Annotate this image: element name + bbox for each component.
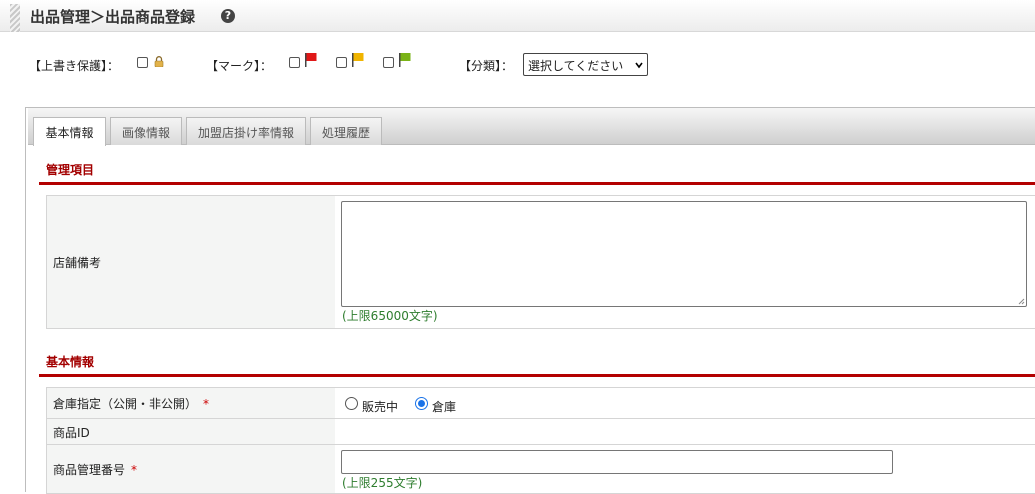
radio-on-sale-label: 販売中 <box>362 400 399 414</box>
product-code-label-text: 商品管理番号 <box>53 463 126 477</box>
mark-label: 【マーク】： <box>206 59 273 73</box>
store-note-limit-hint: (上限65000文字) <box>342 309 438 323</box>
resize-grip-icon[interactable] <box>1017 297 1025 305</box>
section-divider <box>39 182 1035 185</box>
store-note-textarea[interactable] <box>341 201 1027 307</box>
tab-basic-info[interactable]: 基本情報 <box>33 117 106 146</box>
overwrite-protection-label: 【上書き保護】： <box>29 59 120 73</box>
category-select[interactable]: 選択してください <box>523 53 648 76</box>
warehouse-label: 倉庫指定（公開・非公開） * <box>53 395 209 412</box>
title-bar: 出品管理＞出品商品登録 ? <box>0 0 1035 32</box>
tab-processing-history[interactable]: 処理履歴 <box>310 117 382 145</box>
store-note-label: 店舗備考 <box>53 256 102 270</box>
tab-image-info[interactable]: 画像情報 <box>110 117 182 145</box>
mark-green-checkbox[interactable] <box>383 57 394 68</box>
red-flag-icon <box>305 53 317 67</box>
radio-warehouse-label: 倉庫 <box>432 400 457 414</box>
required-mark: * <box>131 463 138 477</box>
radio-on-sale[interactable] <box>345 397 358 410</box>
category-label: 【分類】： <box>459 59 514 73</box>
product-code-input[interactable] <box>341 450 893 474</box>
mark-red-checkbox[interactable] <box>289 57 300 68</box>
tab-franchise-rate-info[interactable]: 加盟店掛け率情報 <box>186 117 306 145</box>
title-stripe-decoration <box>10 4 20 32</box>
radio-warehouse[interactable] <box>415 397 428 410</box>
page-title: 出品管理＞出品商品登録 <box>30 8 196 26</box>
overwrite-protection-checkbox[interactable] <box>137 57 148 68</box>
mark-yellow-checkbox[interactable] <box>336 57 347 68</box>
category-select-value: 選択してください <box>528 59 624 73</box>
section-divider <box>39 374 1035 377</box>
product-code-label: 商品管理番号 * <box>53 461 137 478</box>
yellow-flag-icon <box>352 53 364 67</box>
required-mark: * <box>203 397 210 411</box>
lock-icon <box>154 56 164 67</box>
product-id-value-cell <box>335 418 1035 445</box>
section-title-management: 管理項目 <box>46 163 95 177</box>
question-circle-icon[interactable]: ? <box>221 9 235 23</box>
green-flag-icon <box>399 53 411 67</box>
product-code-limit-hint: (上限255文字) <box>342 476 423 490</box>
chevron-down-icon <box>635 62 643 69</box>
section-title-basic: 基本情報 <box>46 355 95 369</box>
warehouse-label-text: 倉庫指定（公開・非公開） <box>53 397 198 411</box>
product-id-label: 商品ID <box>53 426 90 440</box>
